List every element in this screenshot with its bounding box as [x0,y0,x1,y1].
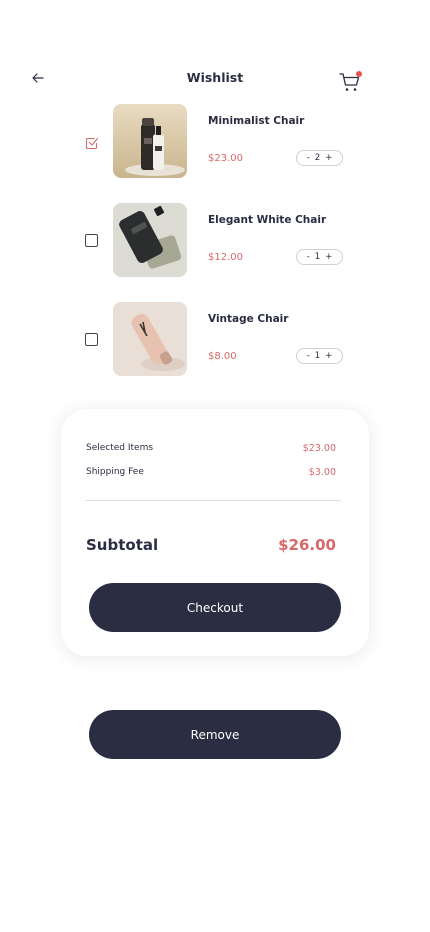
increment-button[interactable]: + [325,253,332,262]
shipping-fee-value: $3.00 [308,467,336,478]
subtotal-value: $26.00 [278,536,336,554]
product-image[interactable] [113,302,187,376]
product-image[interactable] [113,104,187,178]
selected-items-value: $23.00 [302,443,336,454]
cart-button[interactable] [338,70,364,94]
order-summary-card: Selected Items $23.00 Shipping Fee $3.00… [61,409,369,656]
quantity-stepper: - 2 + [296,150,343,166]
product-tube-image [113,302,187,376]
wishlist-item: Vintage Chair $8.00 - 1 + [0,302,430,378]
item-checkbox[interactable] [85,333,98,346]
quantity-stepper: - 1 + [296,249,343,265]
item-checkbox-checked[interactable] [85,135,99,150]
checkbox-checked-icon [85,137,99,150]
product-price: $23.00 [208,153,243,164]
cart-badge-dot [356,71,362,77]
product-image[interactable] [113,203,187,277]
product-name: Minimalist Chair [208,115,305,127]
decrement-button[interactable]: - [307,253,310,262]
product-bottles-image [113,104,187,178]
divider [86,500,341,501]
quantity-value: 1 [314,251,321,262]
product-price: $8.00 [208,351,237,362]
product-dark-bottle-image [113,203,187,277]
product-name: Elegant White Chair [208,214,327,226]
quantity-stepper: - 1 + [296,348,343,364]
selected-items-label: Selected Items [86,443,154,453]
subtotal-label: Subtotal [86,536,159,554]
remove-button[interactable]: Remove [89,710,341,759]
product-price: $12.00 [208,252,243,263]
decrement-button[interactable]: - [307,154,310,163]
increment-button[interactable]: + [325,154,332,163]
wishlist-item: Elegant White Chair $12.00 - 1 + [0,203,430,279]
wishlist-item: Minimalist Chair $23.00 - 2 + [0,104,430,180]
quantity-value: 2 [314,152,321,163]
shipping-fee-label: Shipping Fee [86,467,144,477]
decrement-button[interactable]: - [307,352,310,361]
checkout-button[interactable]: Checkout [89,583,341,632]
page-title: Wishlist [186,70,244,85]
quantity-value: 1 [314,350,321,361]
increment-button[interactable]: + [325,352,332,361]
item-checkbox[interactable] [85,234,98,247]
product-name: Vintage Chair [208,313,289,325]
